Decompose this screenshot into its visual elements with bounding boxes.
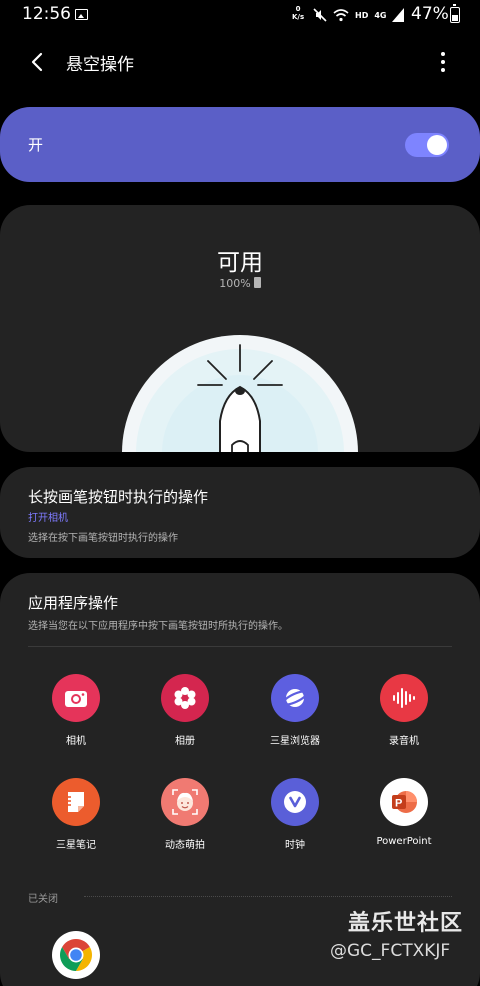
status-bar: 12:56 0 K/s HD 4G 47%	[0, 0, 480, 30]
app-label: 动态萌拍	[165, 840, 205, 851]
app-item-gallery[interactable]: 相册	[137, 674, 233, 747]
mute-icon	[313, 8, 327, 22]
dotted-divider	[84, 896, 452, 897]
s-pen-illustration	[122, 335, 358, 452]
app-label: 录音机	[389, 736, 419, 747]
net-speed-unit: K/s	[292, 13, 305, 21]
status-icons: HD 4G	[313, 6, 405, 24]
app-actions-description: 选择当您在以下应用程序中按下画笔按钮时所执行的操作。	[28, 621, 288, 632]
voice-recorder-icon	[380, 674, 428, 722]
battery-icon	[253, 277, 261, 288]
app-label: 时钟	[285, 840, 305, 851]
net-speed-value: 0	[295, 5, 301, 13]
app-label: 三星浏览器	[270, 736, 320, 747]
master-switch-bar[interactable]: 开	[0, 107, 480, 182]
network-label: 4G	[374, 10, 387, 20]
more-vert-icon[interactable]	[434, 50, 452, 74]
long-press-title: 长按画笔按钮时执行的操作	[28, 488, 209, 506]
app-item-chrome[interactable]	[28, 931, 124, 979]
ar-emoji-icon	[161, 778, 209, 826]
battery-icon	[450, 4, 460, 23]
long-press-value: 打开相机	[28, 513, 68, 524]
battery-percent: 47%	[411, 4, 449, 24]
page-title: 悬空操作	[66, 55, 134, 75]
app-item-clock[interactable]: 时钟	[247, 778, 343, 851]
watermark-title: 盖乐世社区	[348, 911, 464, 936]
watermark-handle: @GC_FCTXKJF	[330, 941, 451, 961]
app-bar: 悬空操作	[0, 40, 480, 84]
browser-planet-icon	[271, 674, 319, 722]
gallery-flower-icon	[161, 674, 209, 722]
clock-icon	[271, 778, 319, 826]
master-toggle[interactable]	[405, 133, 449, 157]
long-press-description: 选择在按下画笔按钮时执行的操作	[28, 533, 178, 544]
app-label: PowerPoint	[376, 836, 432, 847]
app-item-camera[interactable]: 相机	[28, 674, 124, 747]
notes-icon	[52, 778, 100, 826]
app-label: 相机	[66, 736, 86, 747]
pen-status-card: 可用 100%	[0, 205, 480, 452]
svg-text:P: P	[395, 798, 402, 810]
powerpoint-icon: P	[380, 778, 428, 826]
app-label: 相册	[175, 736, 195, 747]
master-switch-label: 开	[28, 136, 44, 154]
back-arrow-icon[interactable]	[26, 50, 50, 74]
signal-icon	[392, 8, 405, 22]
closed-section-label: 已关闭	[28, 894, 58, 905]
chrome-icon	[52, 931, 100, 979]
app-actions-title: 应用程序操作	[28, 594, 119, 612]
net-speed: 0 K/s	[292, 5, 304, 21]
app-item-samsung-browser[interactable]: 三星浏览器	[247, 674, 343, 747]
status-time: 12:56	[22, 4, 71, 24]
pen-status: 可用	[217, 250, 263, 276]
divider	[28, 646, 452, 647]
pen-battery: 100%	[0, 277, 480, 290]
app-label: 三星笔记	[56, 840, 96, 851]
long-press-action-card[interactable]: 长按画笔按钮时执行的操作 打开相机 选择在按下画笔按钮时执行的操作	[0, 467, 480, 558]
toggle-knob	[427, 135, 447, 155]
hd-label: HD	[355, 10, 369, 20]
wifi-icon	[333, 9, 349, 22]
camera-icon	[52, 674, 100, 722]
app-item-samsung-notes[interactable]: 三星笔记	[28, 778, 124, 851]
app-item-ar-emoji[interactable]: 动态萌拍	[137, 778, 233, 851]
app-item-powerpoint[interactable]: P PowerPoint	[356, 778, 452, 847]
app-item-voice-recorder[interactable]: 录音机	[356, 674, 452, 747]
image-icon	[75, 9, 88, 20]
pen-battery-percent: 100%	[219, 277, 251, 290]
